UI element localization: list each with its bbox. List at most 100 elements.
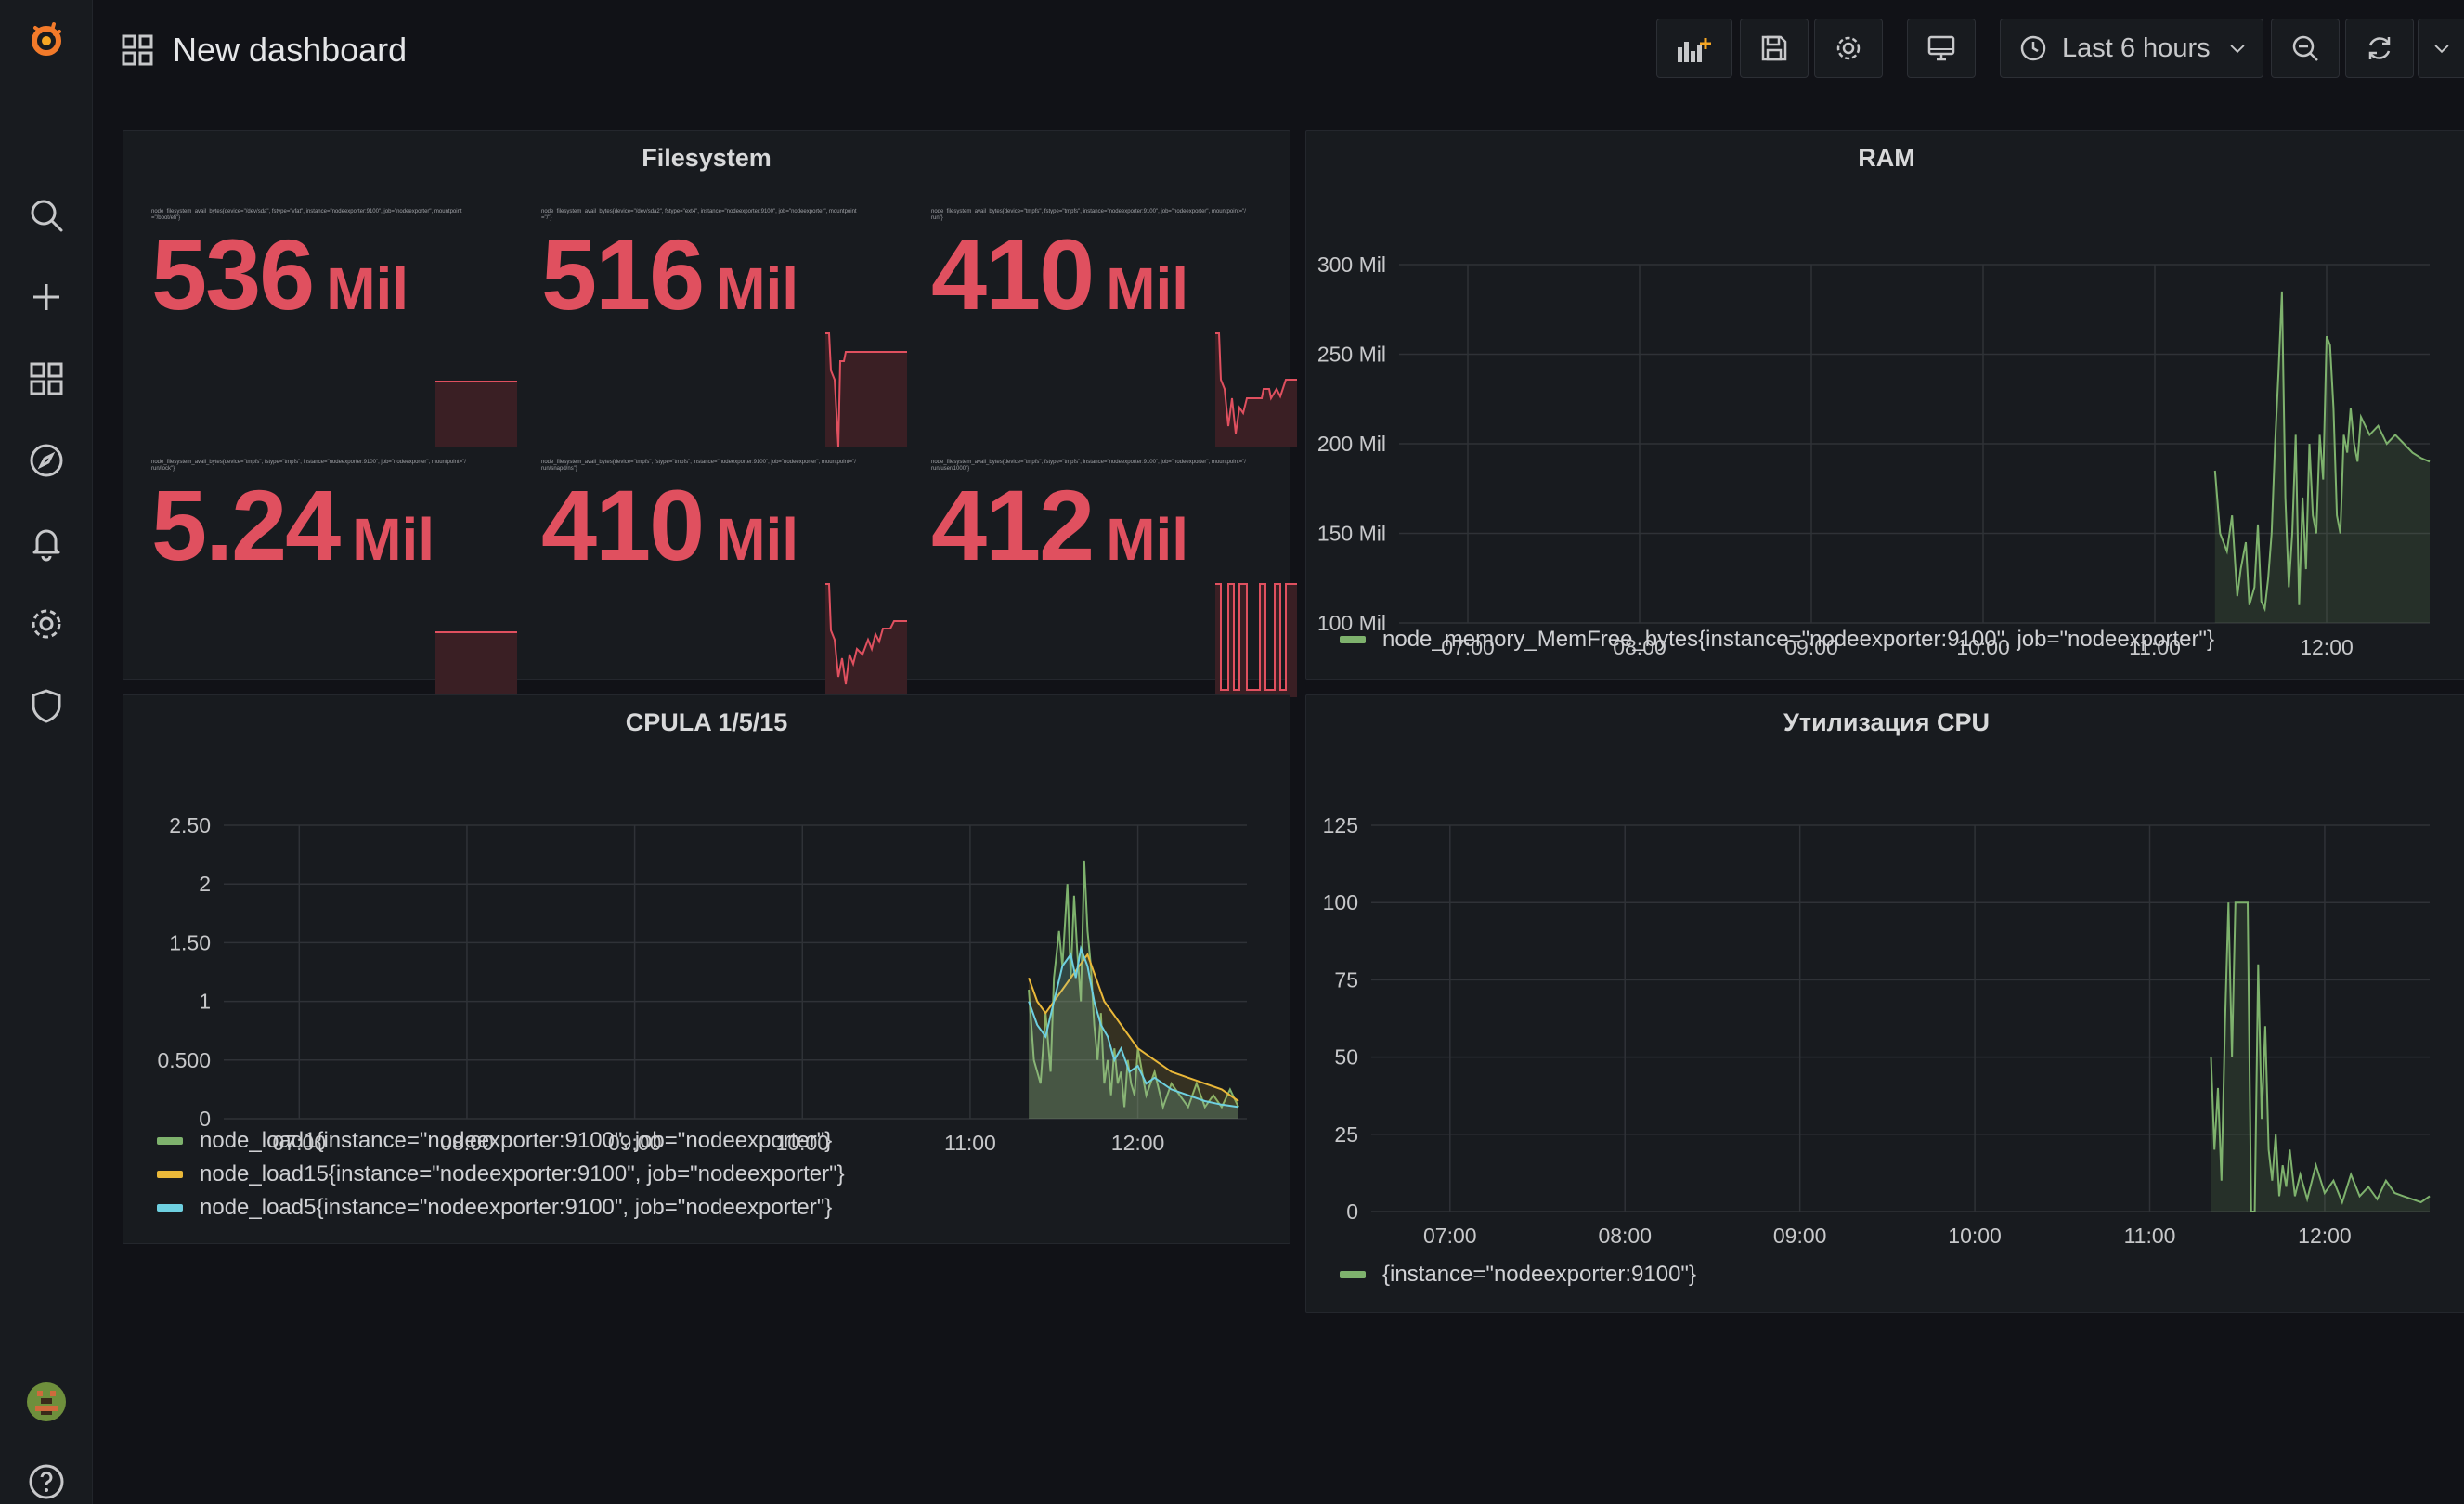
search-icon[interactable] bbox=[20, 189, 72, 241]
x-tick-label: 09:00 bbox=[1773, 1224, 1827, 1248]
legend: node_memory_MemFree_bytes{instance="node… bbox=[1340, 623, 2214, 656]
save-icon bbox=[1761, 35, 1787, 61]
stat-value: 410 Mil bbox=[541, 469, 799, 581]
avatar[interactable] bbox=[20, 1376, 72, 1428]
legend: node_load1{instance="nodeexporter:9100",… bbox=[157, 1124, 845, 1225]
stat-cell[interactable]: node_filesystem_avail_bytes{device="tmpf… bbox=[517, 454, 907, 697]
legend-label: node_load5{instance="nodeexporter:9100",… bbox=[200, 1195, 833, 1220]
refresh-interval-dropdown[interactable] bbox=[2418, 19, 2464, 78]
add-panel-icon bbox=[1678, 38, 1711, 62]
y-tick-label: 50 bbox=[1334, 1045, 1358, 1070]
stat-sparkline bbox=[825, 583, 907, 697]
y-tick-label: 1.50 bbox=[169, 930, 211, 954]
legend-swatch bbox=[157, 1137, 183, 1145]
dashboard-title-link[interactable]: New dashboard bbox=[121, 24, 407, 76]
panel-cpula: CPULA 1/5/15 0 0.500 1 1.50 2 2.50 07:00 08:00 0… bbox=[123, 694, 1290, 1244]
y-tick-label: 2 bbox=[199, 872, 211, 896]
gear-icon bbox=[1836, 36, 1861, 60]
panel-title[interactable]: RAM bbox=[1306, 144, 2464, 173]
y-tick-label: 100 bbox=[1323, 890, 1358, 914]
x-tick-label: 12:00 bbox=[2300, 635, 2354, 659]
page-title: New dashboard bbox=[173, 31, 408, 69]
y-tick-label: 2.50 bbox=[169, 813, 211, 837]
tv-mode-button[interactable] bbox=[1907, 19, 1976, 78]
stat-sparkline bbox=[1215, 332, 1297, 447]
panel-title[interactable]: CPULA 1/5/15 bbox=[123, 708, 1290, 737]
sidebar bbox=[0, 0, 93, 1504]
dashboards-icon bbox=[122, 34, 153, 66]
x-tick-label: 11:00 bbox=[2124, 1224, 2176, 1248]
y-tick-label: 75 bbox=[1334, 967, 1358, 992]
legend: {instance="nodeexporter:9100"} bbox=[1340, 1258, 1696, 1291]
time-range-picker[interactable]: Last 6 hours bbox=[2000, 19, 2263, 78]
help-icon[interactable] bbox=[20, 1456, 72, 1504]
refresh-button[interactable] bbox=[2345, 19, 2414, 78]
stat-sparkline bbox=[825, 332, 907, 447]
x-tick-label: 12:00 bbox=[1111, 1131, 1165, 1155]
legend-swatch bbox=[157, 1204, 183, 1212]
legend-swatch bbox=[1340, 1271, 1366, 1278]
stat-cell[interactable]: node_filesystem_avail_bytes{device="/dev… bbox=[517, 203, 907, 447]
cpula-chart[interactable]: 00.50011.5022.5007:00 08:00 09:00 10:00 11:0… bbox=[123, 744, 1291, 1180]
legend-label: node_load15{instance="nodeexporter:9100"… bbox=[200, 1161, 845, 1186]
x-tick-label: 12:00 bbox=[2298, 1224, 2352, 1248]
y-tick-label: 150 Mil bbox=[1317, 522, 1386, 546]
y-tick-label: 200 Mil bbox=[1317, 432, 1386, 456]
ram-chart[interactable]: 100 Mil150 Mil200 Mil250 Mil300 Mil07:00… bbox=[1306, 179, 2464, 681]
legend-item[interactable]: node_load15{instance="nodeexporter:9100"… bbox=[157, 1158, 845, 1191]
y-tick-label: 300 Mil bbox=[1317, 253, 1386, 277]
explore-icon[interactable] bbox=[20, 434, 72, 486]
clock-icon bbox=[2020, 35, 2046, 61]
cpu-chart[interactable]: 0 25 50 75 100 125 07:00 08:00 09:00 10:00 11:00 12… bbox=[1306, 744, 2464, 1282]
stat-value: 5.24 Mil bbox=[151, 469, 435, 581]
shield-icon[interactable] bbox=[20, 680, 72, 732]
stat-cell[interactable]: node_filesystem_avail_bytes{device="tmpf… bbox=[907, 203, 1297, 447]
zoom-out-button[interactable] bbox=[2271, 19, 2340, 78]
settings-button[interactable] bbox=[1814, 19, 1883, 78]
stat-cell[interactable]: node_filesystem_avail_bytes{device="/dev… bbox=[127, 203, 517, 447]
panel-title[interactable]: Filesystem bbox=[123, 144, 1290, 173]
y-tick-label: 0 bbox=[1346, 1199, 1358, 1224]
legend-label: {instance="nodeexporter:9100"} bbox=[1382, 1262, 1696, 1287]
stat-value: 412 Mil bbox=[931, 469, 1189, 581]
stat-sparkline bbox=[435, 381, 517, 447]
y-tick-label: 125 bbox=[1323, 813, 1358, 837]
monitor-icon bbox=[1927, 35, 1955, 61]
panel-ram: RAM 100 Mil 150 Mil 200 Mil 250 Mil 300 Mil 0… bbox=[1305, 130, 2464, 680]
plus-icon[interactable] bbox=[20, 271, 72, 323]
dashboards-icon[interactable] bbox=[20, 353, 72, 405]
y-tick-label: 0.500 bbox=[157, 1048, 211, 1072]
legend-item[interactable]: {instance="nodeexporter:9100"} bbox=[1340, 1258, 1696, 1291]
legend-swatch bbox=[157, 1171, 183, 1178]
panel-cpu-utilization: Утилизация CPU 0 25 50 75 100 125 07:00 08:00 09… bbox=[1305, 694, 2464, 1313]
x-tick-label: 08:00 bbox=[1598, 1224, 1652, 1248]
legend-label: node_load1{instance="nodeexporter:9100",… bbox=[200, 1128, 833, 1153]
zoom-out-icon bbox=[2292, 35, 2318, 61]
panel-filesystem: Filesystem node_filesystem_avail_bytes{d… bbox=[123, 130, 1297, 697]
legend-item[interactable]: node_load5{instance="nodeexporter:9100",… bbox=[157, 1191, 845, 1225]
legend-item[interactable]: node_memory_MemFree_bytes{instance="node… bbox=[1340, 623, 2214, 656]
legend-item[interactable]: node_load1{instance="nodeexporter:9100",… bbox=[157, 1124, 845, 1158]
legend-swatch bbox=[1340, 636, 1366, 643]
time-range-label: Last 6 hours bbox=[2062, 32, 2211, 63]
x-tick-label: 11:00 bbox=[944, 1131, 996, 1155]
save-button[interactable] bbox=[1740, 19, 1809, 78]
gear-icon[interactable] bbox=[20, 598, 72, 650]
stat-value: 516 Mil bbox=[541, 218, 799, 331]
stat-sparkline bbox=[435, 631, 517, 697]
legend-label: node_memory_MemFree_bytes{instance="node… bbox=[1382, 627, 2214, 652]
refresh-icon bbox=[2368, 37, 2391, 59]
stat-cell[interactable]: node_filesystem_avail_bytes{device="tmpf… bbox=[127, 454, 517, 697]
add-panel-button[interactable] bbox=[1656, 19, 1732, 78]
panel-title[interactable]: Утилизация CPU bbox=[1306, 708, 2464, 737]
stat-value: 410 Mil bbox=[931, 218, 1189, 331]
stat-cell[interactable]: node_filesystem_avail_bytes{device="tmpf… bbox=[907, 454, 1297, 697]
chevron-down-icon bbox=[2433, 45, 2449, 54]
bell-icon[interactable] bbox=[20, 516, 72, 568]
stat-sparkline bbox=[1215, 583, 1297, 697]
top-bar: New dashboard Last 6 hours bbox=[93, 0, 2464, 100]
y-tick-label: 250 Mil bbox=[1317, 343, 1386, 367]
grafana-logo-icon[interactable] bbox=[20, 13, 72, 65]
x-tick-label: 07:00 bbox=[1423, 1224, 1477, 1248]
x-tick-label: 10:00 bbox=[1948, 1224, 2002, 1248]
